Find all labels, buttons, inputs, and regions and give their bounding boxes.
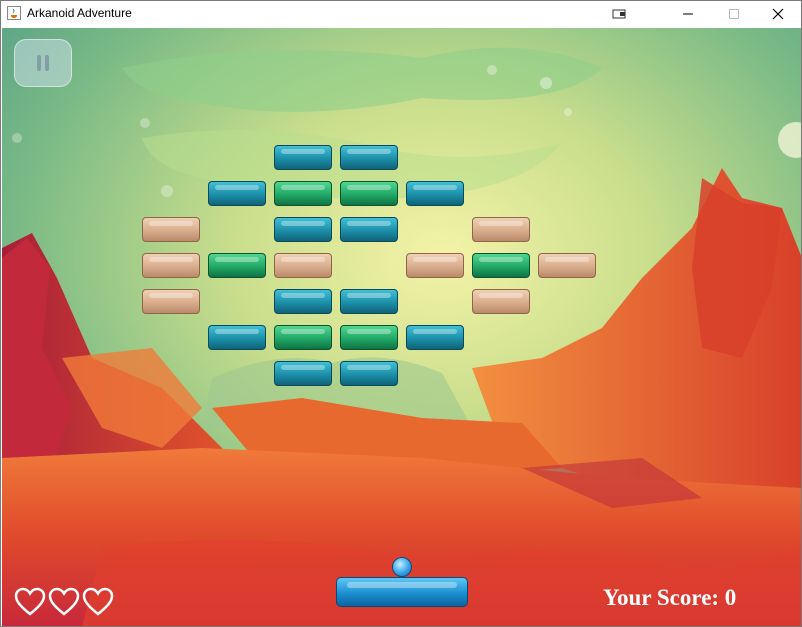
pause-icon [37,55,41,71]
tan-brick [406,253,464,278]
lives-indicator [14,587,114,617]
restore-window-icon [612,9,626,19]
blue-brick [208,325,266,350]
window-title: Arkanoid Adventure [27,6,132,20]
ball [392,557,412,577]
blue-brick [340,217,398,242]
green-brick [274,181,332,206]
tan-brick [142,253,200,278]
heart-icon [82,587,114,616]
close-button[interactable] [755,1,801,27]
blue-brick [274,361,332,386]
minimize-icon [683,13,693,15]
green-brick [274,325,332,350]
tan-brick [142,217,200,242]
restore-window-button[interactable] [597,1,643,27]
blue-brick [340,145,398,170]
game-window: Arkanoid Adventure Your Score: 0 [0,0,802,627]
tan-brick [472,289,530,314]
blue-brick [340,361,398,386]
blue-brick [274,145,332,170]
blue-brick [340,289,398,314]
mars-landscape-background [2,28,801,626]
close-icon [772,8,784,20]
heart-icon [48,587,80,616]
pause-button[interactable] [14,39,72,87]
game-canvas[interactable]: Your Score: 0 [2,28,801,626]
blue-brick [274,217,332,242]
tan-brick [472,217,530,242]
green-brick [340,325,398,350]
minimize-button[interactable] [665,1,711,27]
score-display: Your Score: 0 [603,585,737,610]
blue-brick [208,181,266,206]
java-app-icon [7,6,21,20]
maximize-button[interactable] [711,1,757,27]
tan-brick [538,253,596,278]
heart-icon [14,587,46,616]
green-brick [472,253,530,278]
blue-brick [406,325,464,350]
maximize-icon [729,9,739,19]
pause-icon-bar [45,55,49,71]
paddle[interactable] [336,577,468,607]
tan-brick [142,289,200,314]
tan-brick [274,253,332,278]
green-brick [340,181,398,206]
blue-brick [274,289,332,314]
blue-brick [406,181,464,206]
green-brick [208,253,266,278]
title-bar[interactable]: Arkanoid Adventure [1,1,801,27]
